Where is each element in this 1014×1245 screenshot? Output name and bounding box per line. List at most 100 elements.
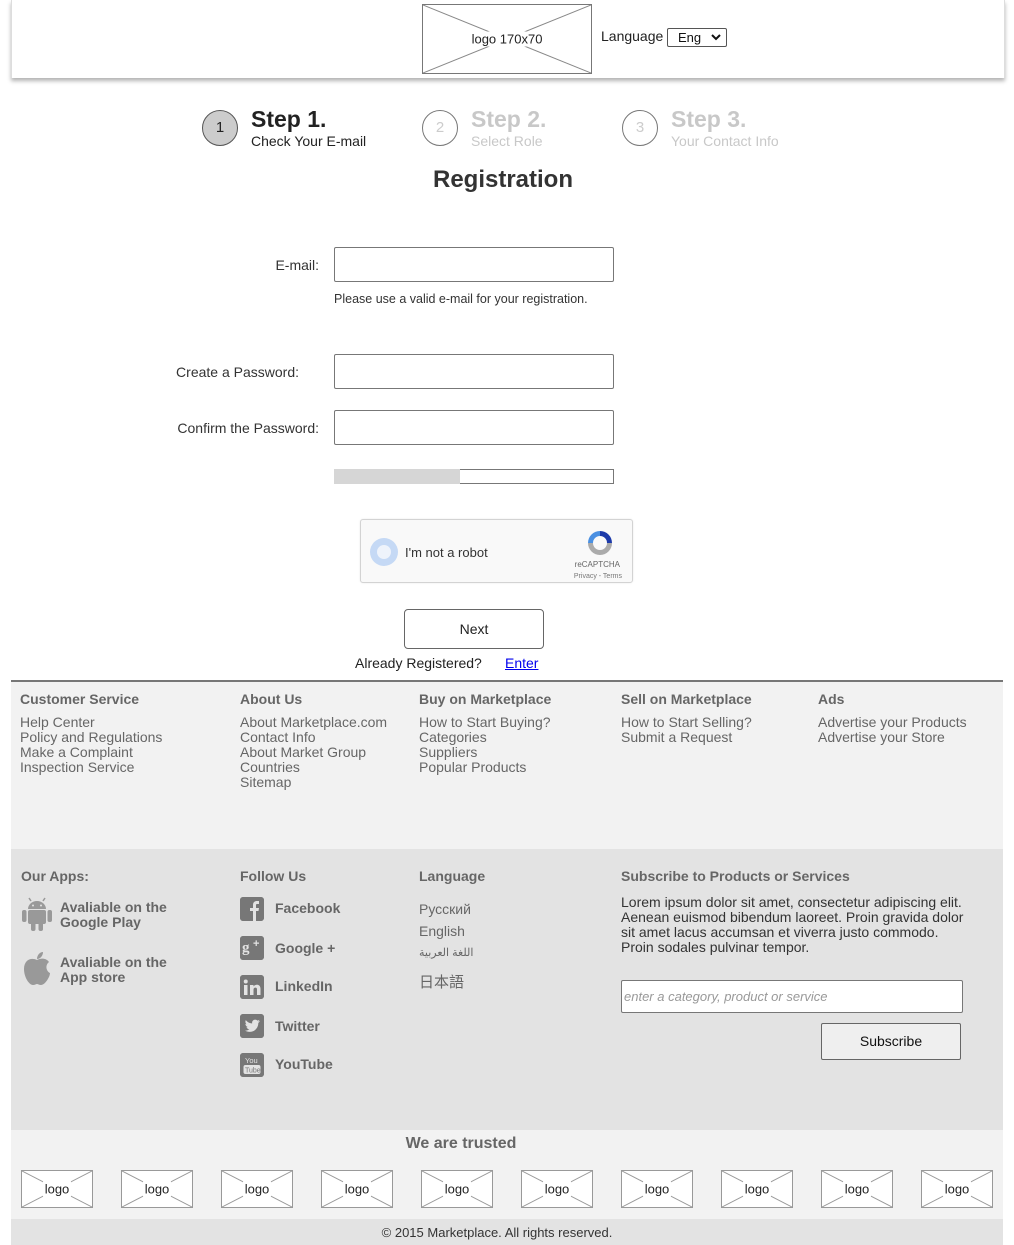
trusted-partner-logo[interactable]: logo xyxy=(121,1170,193,1208)
footer-link[interactable]: Inspection Service xyxy=(20,760,162,775)
footer-column-heading: Customer Service xyxy=(20,691,140,707)
step-3-circle: 3 xyxy=(622,110,658,146)
social-link-linkedin[interactable] xyxy=(240,975,264,1004)
trusted-logo-text: logo xyxy=(542,1181,572,1197)
step-2-subtitle: Select Role xyxy=(471,133,543,149)
social-label-twitter[interactable]: Twitter xyxy=(275,1018,320,1034)
social-link-google-plus[interactable]: g + xyxy=(240,936,264,965)
footer-link[interactable]: Submit a Request xyxy=(621,730,752,745)
subscribe-input[interactable]: enter a category, product or service xyxy=(621,980,963,1013)
footer-column-about-us: About Us About Marketplace.com Contact I… xyxy=(240,691,387,790)
site-logo[interactable]: logo 170x70 xyxy=(422,4,592,74)
language-option-english[interactable]: English xyxy=(419,923,465,939)
page-title: Registration xyxy=(432,166,573,193)
confirm-password-field[interactable] xyxy=(334,410,614,445)
twitter-icon xyxy=(240,1014,264,1038)
step-1-title: Step 1. xyxy=(251,106,327,132)
footer-link[interactable]: How to Start Selling? xyxy=(621,715,752,730)
trusted-logo-text: logo xyxy=(842,1181,872,1197)
footer-link[interactable]: Make a Complaint xyxy=(20,745,162,760)
enter-link[interactable]: Enter xyxy=(505,655,538,671)
social-label-facebook[interactable]: Facebook xyxy=(275,900,340,916)
language-select[interactable]: Eng xyxy=(667,28,727,47)
footer-link[interactable]: Popular Products xyxy=(419,760,551,775)
trusted-partner-logo[interactable]: logo xyxy=(21,1170,93,1208)
footer-language-heading: Language xyxy=(419,868,486,884)
footer-link[interactable]: Advertise your Store xyxy=(818,730,967,745)
language-option-russian[interactable]: Русский xyxy=(419,901,471,917)
footer-link[interactable]: About Marketplace.com xyxy=(240,715,387,730)
trusted-partner-logo[interactable]: logo xyxy=(621,1170,693,1208)
app-item-google-play[interactable] xyxy=(22,897,52,938)
footer-link[interactable]: How to Start Buying? xyxy=(419,715,551,730)
footer-link[interactable]: Contact Info xyxy=(240,730,387,745)
apps-heading: Our Apps: xyxy=(21,868,89,884)
footer-link[interactable]: Categories xyxy=(419,730,551,745)
follow-heading: Follow Us xyxy=(240,868,307,884)
footer-link[interactable]: Suppliers xyxy=(419,745,551,760)
email-field[interactable] xyxy=(334,247,614,282)
step-3-subtitle: Your Contact Info xyxy=(671,133,779,149)
next-button[interactable]: Next xyxy=(404,609,544,649)
trusted-partner-logo[interactable]: logo xyxy=(721,1170,793,1208)
email-hint: Please use a valid e-mail for your regis… xyxy=(334,292,588,306)
language-option-arabic[interactable]: اللغة العربية xyxy=(419,946,473,959)
social-label-google-plus[interactable]: Google + xyxy=(275,940,335,956)
recaptcha-links[interactable]: Privacy - Terms xyxy=(574,573,622,580)
footer-link[interactable]: Sitemap xyxy=(240,775,387,790)
footer-column-heading: Ads xyxy=(818,691,845,707)
footer-column-heading: Sell on Marketplace xyxy=(621,691,752,707)
footer-column-customer-service: Customer Service Help Center Policy and … xyxy=(20,691,162,775)
svg-text:g: g xyxy=(242,940,250,956)
app-app-store-text[interactable]: Avaliable on the App store xyxy=(60,955,167,985)
social-label-youtube[interactable]: YouTube xyxy=(275,1056,333,1072)
trusted-partner-logo[interactable]: logo xyxy=(521,1170,593,1208)
trusted-logo-text: logo xyxy=(642,1181,672,1197)
trusted-logo-text: logo xyxy=(142,1181,172,1197)
social-link-twitter[interactable] xyxy=(240,1014,264,1043)
trusted-partner-logo[interactable]: logo xyxy=(921,1170,993,1208)
trusted-logo-text: logo xyxy=(342,1181,372,1197)
trusted-partner-logo[interactable]: logo xyxy=(221,1170,293,1208)
footer-link[interactable]: Help Center xyxy=(20,715,162,730)
trusted-partner-logo[interactable]: logo xyxy=(421,1170,493,1208)
subscribe-button[interactable]: Subscribe xyxy=(821,1023,961,1060)
social-label-linkedin[interactable]: LinkedIn xyxy=(275,978,333,994)
footer-column-heading: Buy on Marketplace xyxy=(419,691,552,707)
app-google-play-text[interactable]: Avaliable on the Google Play xyxy=(60,900,167,930)
confirm-password-label: Confirm the Password: xyxy=(177,420,319,436)
footer-link[interactable]: Countries xyxy=(240,760,387,775)
language-option-japanese[interactable]: 日本語 xyxy=(419,971,464,992)
android-icon xyxy=(22,897,52,931)
footer-link[interactable]: Policy and Regulations xyxy=(20,730,162,745)
trusted-logo-text: logo xyxy=(942,1181,972,1197)
trusted-partner-logo[interactable]: logo xyxy=(821,1170,893,1208)
password-strength-meter xyxy=(334,469,614,484)
step-1-circle: 1 xyxy=(202,110,238,146)
app-item-app-store[interactable] xyxy=(22,951,52,992)
recaptcha-label: I'm not a robot xyxy=(405,545,488,560)
step-2-circle: 2 xyxy=(422,110,458,146)
logo-text: logo 170x70 xyxy=(469,31,545,47)
trusted-partner-logo[interactable]: logo xyxy=(321,1170,393,1208)
recaptcha-widget: I'm not a robot reCAPTCHA Privacy - Term… xyxy=(360,519,633,583)
subscribe-heading: Subscribe to Products or Services xyxy=(621,868,850,884)
password-field[interactable] xyxy=(334,354,614,389)
app-text-line: Avaliable on the xyxy=(60,899,167,915)
footer-column-heading: About Us xyxy=(240,691,303,707)
footer-link[interactable]: Advertise your Products xyxy=(818,715,967,730)
recaptcha-brand: reCAPTCHA xyxy=(574,560,620,569)
trusted-logo-text: logo xyxy=(42,1181,72,1197)
step-1-subtitle: Check Your E-mail xyxy=(251,133,367,149)
recaptcha-checkbox[interactable] xyxy=(370,538,398,566)
subscribe-description: Lorem ipsum dolor sit amet, consectetur … xyxy=(621,894,964,955)
copyright-text: © 2015 Marketplace. All rights reserved. xyxy=(381,1225,613,1240)
svg-text:Tube: Tube xyxy=(245,1068,261,1075)
footer-link[interactable]: About Market Group xyxy=(240,745,387,760)
social-link-facebook[interactable] xyxy=(240,897,264,926)
trusted-logo-text: logo xyxy=(442,1181,472,1197)
password-strength-fill xyxy=(334,469,461,484)
social-link-youtube[interactable]: You Tube xyxy=(240,1053,264,1082)
language-select-value: Eng xyxy=(678,30,702,45)
step-2-title: Step 2. xyxy=(471,106,547,132)
